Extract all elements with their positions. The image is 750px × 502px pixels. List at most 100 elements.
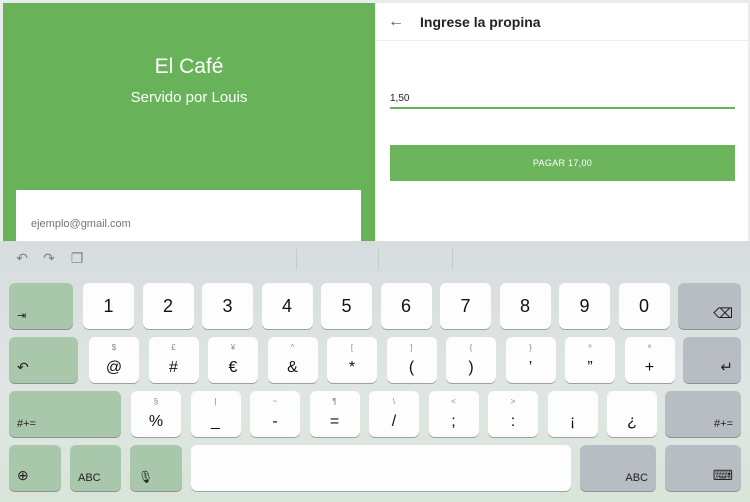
key-alt-label: § xyxy=(153,397,159,406)
key-alt-label: º xyxy=(588,343,592,352)
key-alt-label: } xyxy=(529,343,532,352)
page-title: Ingrese la propina xyxy=(420,14,541,30)
hide-keyboard-key[interactable]: ⌨ xyxy=(665,445,741,491)
abc-key-right[interactable]: ABC xyxy=(580,445,656,491)
symbol-key[interactable]: | _ xyxy=(190,391,241,437)
key-label: 6 xyxy=(400,296,411,316)
key-label: & xyxy=(287,359,298,376)
symbol-key[interactable]: {) xyxy=(446,337,496,383)
key-1[interactable]: 1 xyxy=(83,283,134,329)
key-label: : xyxy=(510,413,516,430)
key-label: ” xyxy=(587,359,593,376)
symbol-key[interactable]: }’ xyxy=(505,337,556,383)
symbol-key[interactable]: ¡ xyxy=(547,391,598,437)
key-9[interactable]: 9 xyxy=(559,283,610,329)
key-label: 9 xyxy=(579,296,590,316)
symbol-key[interactable]: \ / xyxy=(369,391,419,437)
key-alt-label: ] xyxy=(410,343,413,352)
key-label: ( xyxy=(408,359,415,376)
back-arrow-icon[interactable]: ← xyxy=(388,12,408,32)
key-label: 8 xyxy=(519,296,530,316)
key-2[interactable]: 2 xyxy=(142,283,194,329)
key-alt-label: \ xyxy=(392,397,396,406)
clipboard-icon[interactable]: ❐ xyxy=(68,249,86,267)
symbol-key[interactable]: ¶ = xyxy=(309,391,360,437)
symbol-key[interactable]: ]( xyxy=(386,337,437,383)
undo-icon[interactable]: ↶ xyxy=(13,249,31,267)
symbol-key[interactable]: ~ - xyxy=(250,391,300,437)
symbol-key[interactable]: ¿ xyxy=(607,391,657,437)
pay-button[interactable]: PAGAR 17,00 xyxy=(390,145,735,181)
backspace-icon: ⌫ xyxy=(713,305,733,321)
key-label: 0 xyxy=(638,296,649,316)
abc-label: ABC xyxy=(625,472,648,484)
symbol-key[interactable]: ^ & xyxy=(267,337,318,383)
key-label: ¡ xyxy=(569,413,576,430)
symbol-key[interactable]: <; xyxy=(428,391,479,437)
enter-key[interactable]: ↵ xyxy=(683,337,741,383)
tip-input[interactable] xyxy=(390,91,735,109)
symbol-key[interactable]: §% xyxy=(131,391,181,437)
cafe-header-panel: El Café Servido por Louis xyxy=(3,3,375,241)
key-alt-label: | xyxy=(214,397,217,406)
toolbar-divider xyxy=(378,248,379,270)
symbol-key[interactable]: £ # xyxy=(148,337,199,383)
abc-key-left[interactable]: ABC xyxy=(70,445,121,491)
key-label: 2 xyxy=(162,296,173,316)
shift-label: #+= xyxy=(17,418,36,430)
globe-icon: ⊕ xyxy=(17,467,29,483)
key-7[interactable]: 7 xyxy=(440,283,491,329)
key-label: + xyxy=(644,359,655,376)
symbol-key[interactable]: ª + xyxy=(624,337,675,383)
key-5[interactable]: 5 xyxy=(321,283,372,329)
key-label: # xyxy=(169,359,178,376)
backspace-key[interactable]: ⌫ xyxy=(678,283,741,329)
symbol-key[interactable]: º” xyxy=(565,337,615,383)
shift-symbols-key-right[interactable]: #+= xyxy=(665,391,741,437)
key-label: ’ xyxy=(528,359,533,376)
symbol-key[interactable]: [* xyxy=(327,337,377,383)
keyboard-hide-icon: ⌨ xyxy=(712,467,733,483)
key-6[interactable]: 6 xyxy=(380,283,432,329)
undo-key[interactable]: ↶ xyxy=(9,337,78,383)
shop-name: El Café xyxy=(154,55,224,78)
key-label: € xyxy=(228,359,238,376)
keyboard-toolbar: ↶ ↷ ❐ xyxy=(0,241,750,277)
key-label: = xyxy=(329,413,340,430)
key-label: ; xyxy=(451,413,456,430)
enter-icon: ↵ xyxy=(720,359,733,376)
key-label: ¿ xyxy=(627,413,637,430)
key-4[interactable]: 4 xyxy=(261,283,313,329)
voice-input-key[interactable]: 🎙 xyxy=(130,445,182,491)
served-by-text: Servido por Louis xyxy=(130,89,248,106)
symbol-key[interactable]: $ @ xyxy=(89,337,139,383)
key-0[interactable]: 0 xyxy=(618,283,670,329)
tab-icon: ⇥ xyxy=(17,310,27,322)
key-label: @ xyxy=(105,359,123,376)
shift-symbols-key-left[interactable]: #+= xyxy=(9,391,121,437)
language-key[interactable]: ⊕ xyxy=(9,445,61,491)
key-label: * xyxy=(348,359,356,376)
key-label: 1 xyxy=(103,296,114,316)
key-8[interactable]: 8 xyxy=(499,283,551,329)
email-input[interactable] xyxy=(31,218,331,230)
undo-icon: ↶ xyxy=(17,359,29,375)
key-label: 3 xyxy=(222,296,233,316)
key-label: - xyxy=(272,413,278,430)
key-label: 7 xyxy=(460,296,471,316)
key-3[interactable]: 3 xyxy=(202,283,253,329)
abc-label: ABC xyxy=(78,472,101,484)
key-alt-label: $ xyxy=(111,343,117,352)
symbol-key[interactable]: >: xyxy=(488,391,538,437)
key-label: / xyxy=(391,413,397,430)
key-alt-label: ¶ xyxy=(332,397,337,406)
key-alt-label: ^ xyxy=(290,343,295,352)
symbol-key[interactable]: ¥ € xyxy=(208,337,258,383)
soft-keyboard: ↶ ↷ ❐ ⇥ 1 2 3 4 5 6 7 8 9 0 ⌫ ↶ $ @ £ # ¥ € ^ &[*]({)}’ º” ª + ↵… xyxy=(0,241,750,502)
redo-icon[interactable]: ↷ xyxy=(40,249,58,267)
key-label: % xyxy=(148,413,164,430)
key-alt-label: ª xyxy=(648,343,651,352)
tab-key[interactable]: ⇥ xyxy=(9,283,73,329)
key-label: ) xyxy=(468,359,474,376)
space-bar[interactable] xyxy=(191,445,571,491)
